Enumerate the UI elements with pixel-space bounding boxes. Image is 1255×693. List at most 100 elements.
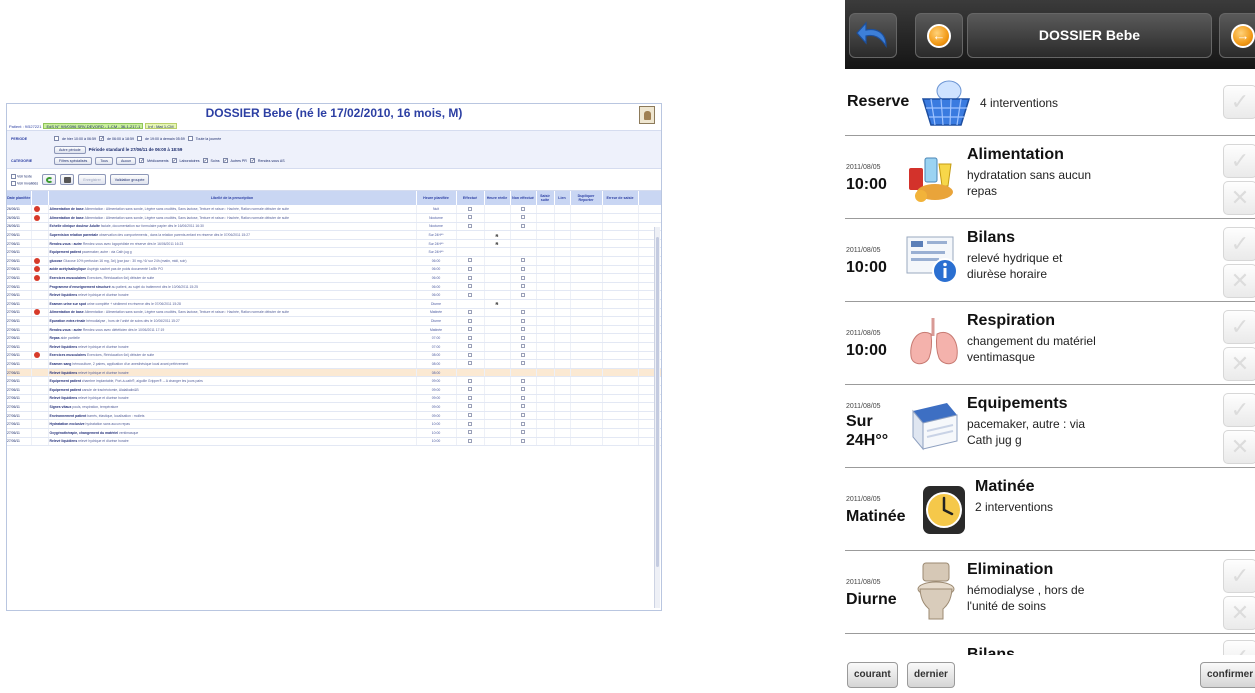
row-dupliquer[interactable] xyxy=(570,316,603,326)
col-non-effectue[interactable]: Non effectué xyxy=(510,191,537,205)
row-non-effectue[interactable] xyxy=(510,411,537,421)
row-lien[interactable] xyxy=(554,333,571,343)
row-effectue[interactable] xyxy=(456,428,485,438)
row-effectue[interactable] xyxy=(456,342,485,352)
row-erreur[interactable] xyxy=(602,402,639,412)
row-libelle[interactable]: Relevé liquidiens relevé hydrique et diu… xyxy=(48,394,417,404)
row-libelle[interactable]: Examen urine sur spot urine complète + s… xyxy=(48,299,417,309)
row-non-effectue[interactable] xyxy=(510,402,537,412)
check-button[interactable]: ✓ xyxy=(1223,85,1255,119)
row-lien[interactable] xyxy=(554,265,571,275)
cancel-x-button[interactable]: ✕ xyxy=(1223,264,1255,298)
table-row[interactable]: 27/06/11 Relevé liquidiens relevé hydriqu… xyxy=(7,290,661,301)
row-erreur[interactable] xyxy=(602,265,639,275)
effectue-checkbox[interactable] xyxy=(468,395,472,400)
table-row[interactable]: 27/06/11 glucose Glucose 10% perfusion 16… xyxy=(7,256,661,266)
non-effectue-checkbox[interactable] xyxy=(521,223,525,228)
row-saisir[interactable] xyxy=(536,394,555,404)
row-lien[interactable] xyxy=(554,437,571,447)
row-effectue[interactable] xyxy=(456,308,485,318)
row-libelle[interactable]: Alimentation de base Alimentation : Alim… xyxy=(48,205,417,215)
list-item-bilans[interactable]: 2011/08/05 10:00 Bilans relevé hydrique … xyxy=(845,219,1255,302)
table-row[interactable]: 27/06/11 acide acétylsalicylique Aspégic … xyxy=(7,265,661,275)
effectue-checkbox[interactable] xyxy=(468,318,472,323)
table-scrollbar[interactable] xyxy=(654,227,660,608)
row-effectue[interactable] xyxy=(456,290,485,301)
table-row[interactable]: 27/06/11 Exercices musculaires Exercices,… xyxy=(7,351,661,361)
row-libelle[interactable]: Exercices musculaires Exercices, Rééduca… xyxy=(48,351,417,361)
row-dupliquer[interactable] xyxy=(570,394,603,404)
non-effectue-checkbox[interactable] xyxy=(521,258,525,263)
col-libelle[interactable]: Libellé de la prescription xyxy=(48,191,417,205)
row-non-effectue[interactable] xyxy=(510,213,537,223)
row-effectue[interactable] xyxy=(456,230,485,240)
table-row[interactable]: 27/06/11 Repas aide partielle 07:00 xyxy=(7,333,661,343)
table-row[interactable]: 27/06/11 Equipement patient chambre impla… xyxy=(7,376,661,386)
row-dupliquer[interactable] xyxy=(570,333,603,343)
row-libelle[interactable]: Examen sang hémoculture, 2 paires, appli… xyxy=(48,359,417,369)
row-effectue[interactable] xyxy=(456,411,485,421)
effectue-checkbox[interactable] xyxy=(468,215,472,220)
row-erreur[interactable] xyxy=(602,230,639,240)
confirmer-button[interactable]: confirmer xyxy=(1200,662,1255,688)
cancel-x-button[interactable]: ✕ xyxy=(1223,596,1255,630)
row-dupliquer[interactable] xyxy=(570,351,603,361)
row-effectue[interactable] xyxy=(456,316,485,326)
row-dupliquer[interactable] xyxy=(570,359,603,369)
row-saisir[interactable] xyxy=(536,368,555,378)
effectue-checkbox[interactable] xyxy=(468,421,472,426)
row-libelle[interactable]: glucose Glucose 10% perfusion 16 mg, 3x/… xyxy=(48,256,417,266)
row-saisir[interactable] xyxy=(536,325,555,335)
row-effectue[interactable] xyxy=(456,402,485,412)
row-erreur[interactable] xyxy=(602,299,639,309)
row-libelle[interactable]: Hydratation exclusive hydratation sans a… xyxy=(48,419,417,429)
previous-button[interactable]: ← xyxy=(915,13,963,58)
effectue-checkbox[interactable] xyxy=(468,335,472,340)
row-erreur[interactable] xyxy=(602,282,639,292)
row-libelle[interactable]: Alimentation de base Alimentation : Alim… xyxy=(48,308,417,318)
row-saisir[interactable] xyxy=(536,437,555,447)
row-libelle[interactable]: Repas aide partielle xyxy=(48,333,417,343)
row-erreur[interactable] xyxy=(602,316,639,326)
row-lien[interactable] xyxy=(554,428,571,438)
row-dupliquer[interactable] xyxy=(570,222,603,232)
row-non-effectue[interactable] xyxy=(510,419,537,429)
check-button[interactable]: ✓ xyxy=(1223,640,1255,655)
row-effectue[interactable] xyxy=(456,359,485,369)
row-lien[interactable] xyxy=(554,282,571,292)
row-non-effectue[interactable] xyxy=(510,325,537,335)
effectue-checkbox[interactable] xyxy=(468,361,472,366)
table-row[interactable]: 27/06/11 Programme d'enseignement structu… xyxy=(7,282,661,292)
table-row[interactable]: 27/06/11 Oxygénothérapie, changement du m… xyxy=(7,428,661,438)
row-lien[interactable] xyxy=(554,351,571,361)
non-effectue-checkbox[interactable] xyxy=(521,430,525,435)
voir-invalides-checkbox[interactable] xyxy=(11,180,16,186)
row-saisir[interactable] xyxy=(536,333,555,343)
categorie-checkbox[interactable] xyxy=(202,158,208,163)
table-row[interactable]: 26/06/11 Alimentation de base Alimentatio… xyxy=(7,205,661,215)
row-erreur[interactable] xyxy=(602,419,639,429)
row-effectue[interactable] xyxy=(456,325,485,335)
row-saisir[interactable] xyxy=(536,273,555,283)
non-effectue-checkbox[interactable] xyxy=(521,395,525,400)
row-dupliquer[interactable] xyxy=(570,230,603,240)
row-effectue[interactable] xyxy=(456,247,485,258)
periode-checkbox-3[interactable] xyxy=(136,136,142,141)
row-erreur[interactable] xyxy=(602,359,639,369)
row-non-effectue[interactable] xyxy=(510,428,537,438)
row-lien[interactable] xyxy=(554,213,571,223)
row-effectue[interactable] xyxy=(456,351,485,361)
col-saisir-suite[interactable]: Saisir suite xyxy=(536,191,555,205)
row-effectue[interactable] xyxy=(456,205,485,215)
non-effectue-checkbox[interactable] xyxy=(521,421,525,426)
row-dupliquer[interactable] xyxy=(570,265,603,275)
row-libelle[interactable]: Epuration extra rénale hémodialyse , hor… xyxy=(48,316,417,326)
row-dupliquer[interactable] xyxy=(570,437,603,447)
row-erreur[interactable] xyxy=(602,333,639,343)
row-saisir[interactable] xyxy=(536,213,555,223)
row-erreur[interactable] xyxy=(602,376,639,386)
row-lien[interactable] xyxy=(554,222,571,232)
check-button[interactable]: ✓ xyxy=(1223,144,1255,178)
row-non-effectue[interactable] xyxy=(510,385,537,395)
row-dupliquer[interactable] xyxy=(570,308,603,318)
